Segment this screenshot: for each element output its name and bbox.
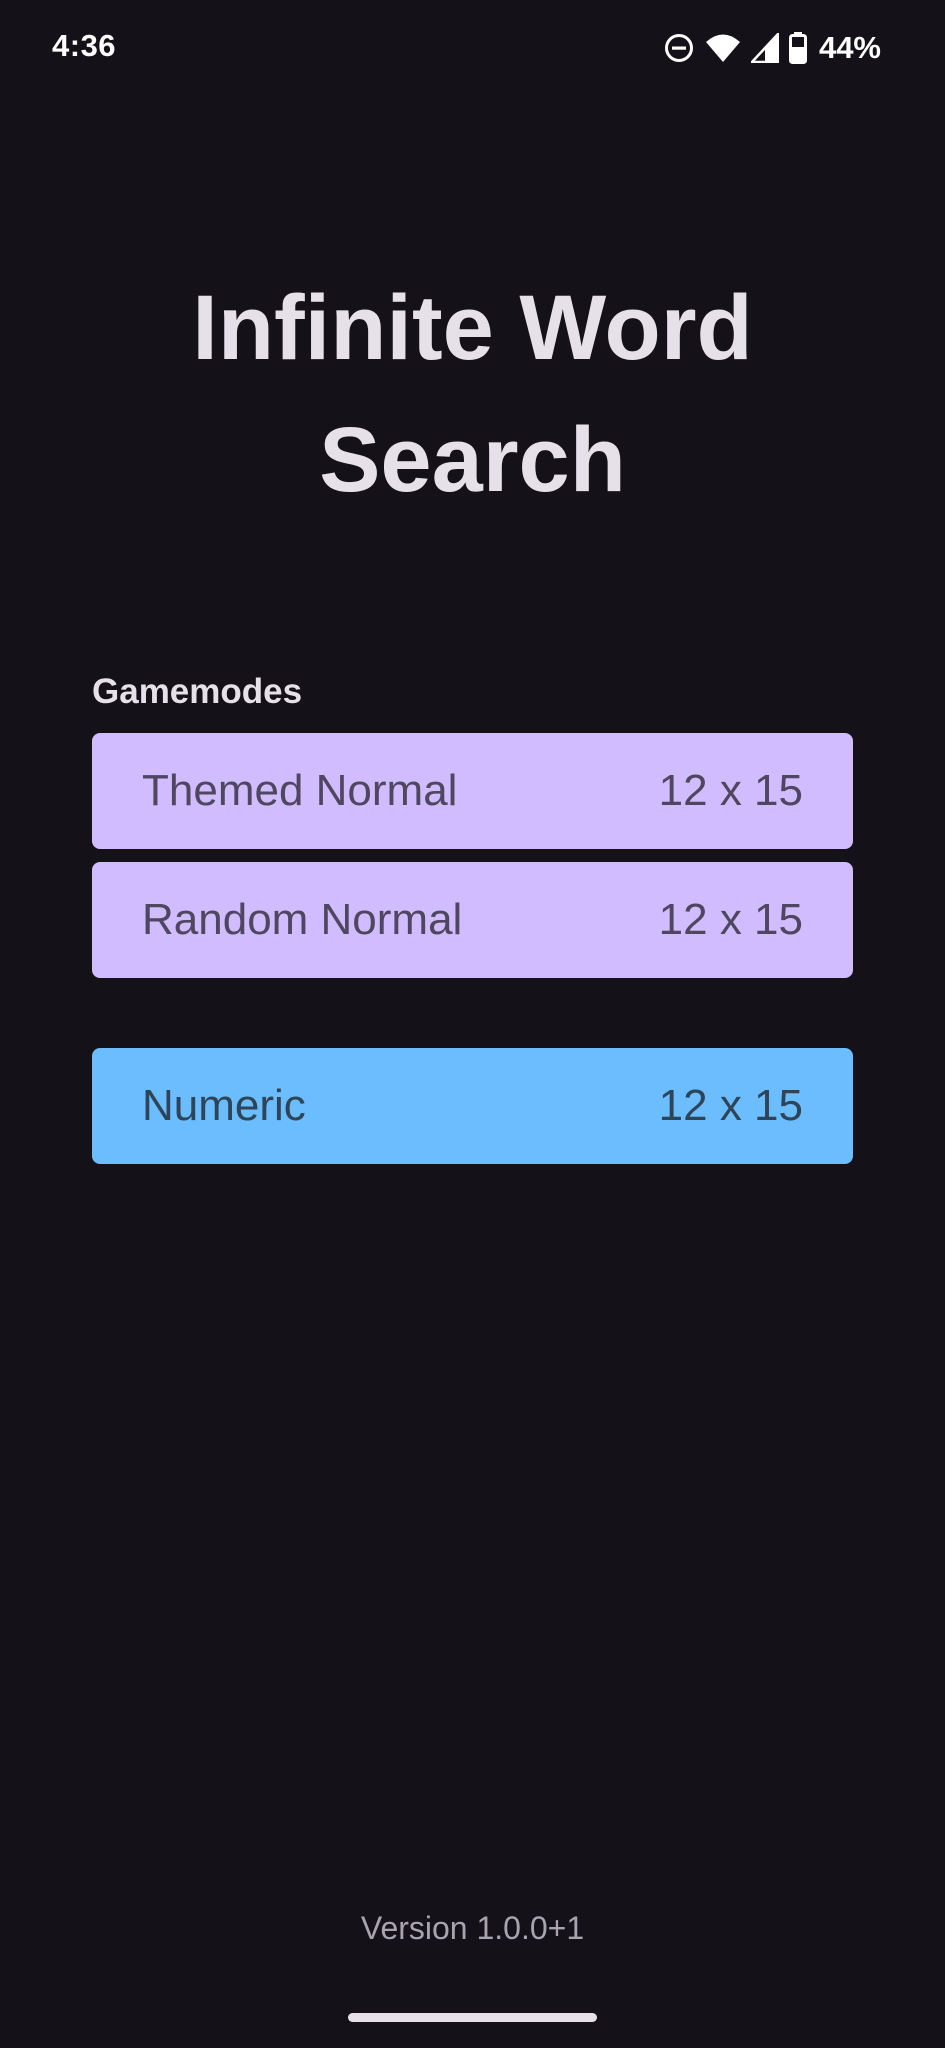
home-indicator[interactable] xyxy=(348,2013,597,2022)
wifi-icon xyxy=(705,33,741,63)
themed-normal-button[interactable]: Themed Normal 12 x 15 xyxy=(92,733,853,849)
signal-icon xyxy=(750,33,779,63)
mode-name: Numeric xyxy=(142,1081,306,1130)
mode-name: Random Normal xyxy=(142,895,463,944)
app-title: Infinite Word Search xyxy=(0,262,945,526)
numeric-button[interactable]: Numeric 12 x 15 xyxy=(92,1048,853,1164)
mode-size: 12 x 15 xyxy=(658,766,803,815)
mode-name: Themed Normal xyxy=(142,766,458,815)
app-title-line1: Infinite Word xyxy=(192,277,753,379)
version-label: Version 1.0.0+1 xyxy=(360,1910,585,1946)
status-time: 4:36 xyxy=(52,28,117,63)
mode-size: 12 x 15 xyxy=(658,1081,803,1130)
gamemodes-label: Gamemodes xyxy=(92,672,303,711)
mode-size: 12 x 15 xyxy=(658,895,803,944)
status-icons: 44% xyxy=(663,30,881,66)
status-bar: 4:36 44% xyxy=(0,0,945,96)
do-not-disturb-icon xyxy=(663,32,695,64)
battery-icon xyxy=(788,32,807,64)
random-normal-button[interactable]: Random Normal 12 x 15 xyxy=(92,862,853,978)
app-title-line2: Search xyxy=(319,409,626,511)
battery-percentage: 44% xyxy=(818,30,881,65)
